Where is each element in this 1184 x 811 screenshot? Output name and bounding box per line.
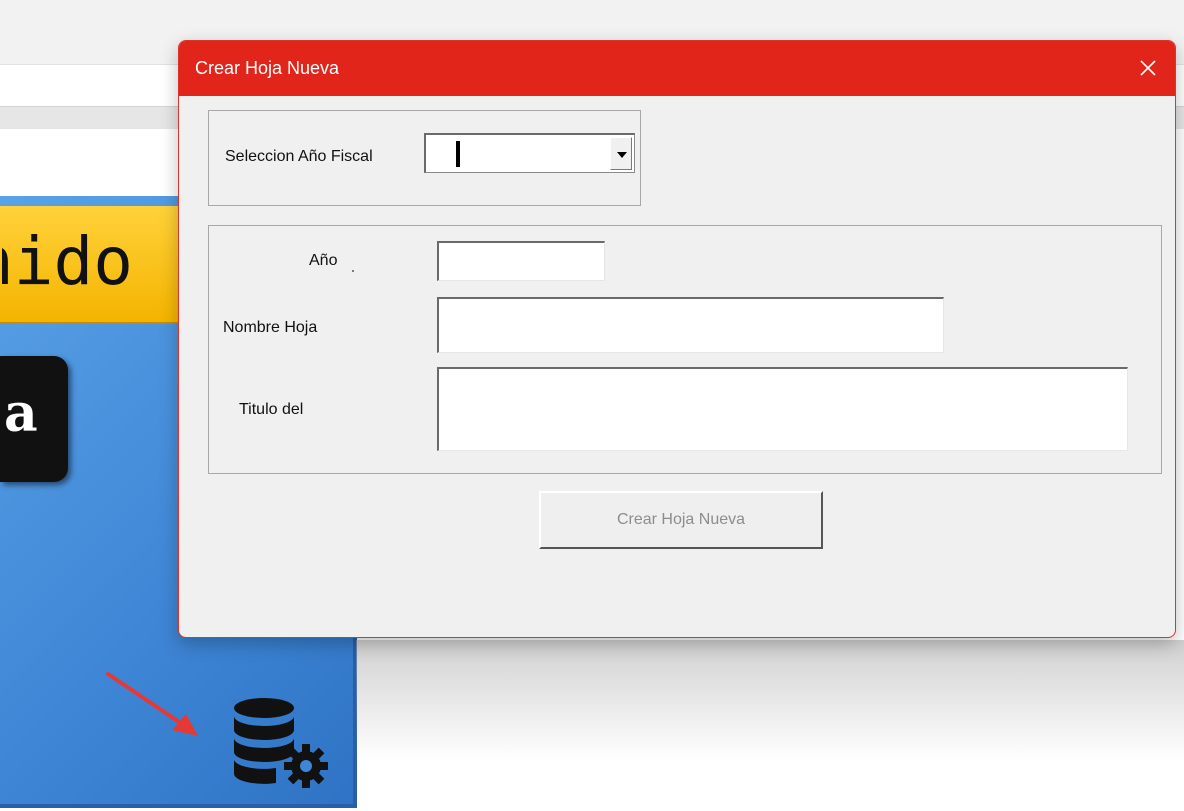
titulo-field[interactable] bbox=[437, 367, 1128, 451]
nombre-hoja-label: Nombre Hoja bbox=[223, 319, 318, 336]
ano-label: Año bbox=[309, 252, 338, 269]
fiscal-year-combobox[interactable] bbox=[424, 133, 635, 173]
dialog-title: Crear Hoja Nueva bbox=[195, 58, 340, 78]
ano-label-dot bbox=[352, 270, 354, 272]
fiscal-year-label: Seleccion Año Fiscal bbox=[225, 148, 373, 165]
close-icon[interactable] bbox=[1133, 53, 1163, 83]
titulo-label: Titulo del bbox=[239, 401, 304, 418]
dialog-titlebar[interactable]: Crear Hoja Nueva bbox=[179, 41, 1175, 96]
crear-hoja-dialog: Crear Hoja Nueva Seleccion Año Fiscal Añ… bbox=[178, 40, 1176, 638]
tile-dark-button[interactable]: a bbox=[0, 356, 68, 482]
arrow-icon bbox=[106, 672, 198, 736]
tile-dark-button-text: a bbox=[4, 383, 38, 444]
ano-field[interactable] bbox=[437, 241, 605, 281]
text-cursor bbox=[456, 141, 460, 167]
tile-title-text: nido bbox=[2, 212, 192, 312]
chevron-down-icon[interactable] bbox=[610, 137, 632, 170]
tile-title-fragment: nido bbox=[2, 223, 133, 300]
database-gear-icon[interactable] bbox=[228, 694, 338, 794]
nombre-hoja-field[interactable] bbox=[437, 297, 944, 353]
dialog-shadow bbox=[356, 640, 1184, 760]
crear-hoja-button[interactable]: Crear Hoja Nueva bbox=[539, 491, 823, 549]
